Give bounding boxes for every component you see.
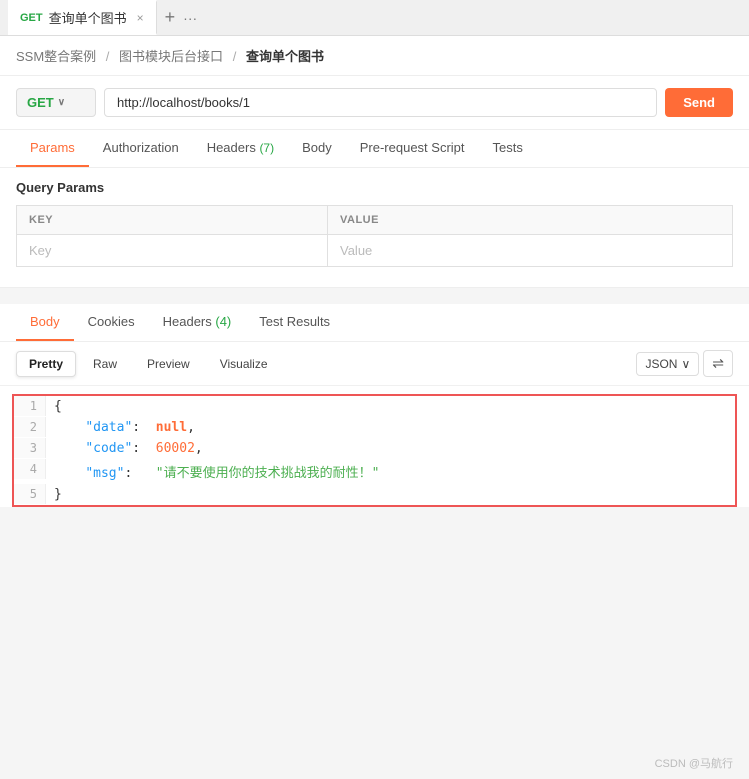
method-label: GET [27,95,54,110]
wrap-icon: ⇌ [712,355,724,371]
tab-tests[interactable]: Tests [479,130,537,167]
headers-badge: (7) [259,141,274,155]
line-number: 2 [14,417,46,437]
value-cell[interactable]: Value [328,235,733,267]
tab-tests-label: Tests [493,140,523,155]
tab-bar: GET 查询单个图书 × + ··· [0,0,749,36]
line-number: 4 [14,459,46,479]
resp-tab-cookies-label: Cookies [88,314,135,329]
tab-authorization[interactable]: Authorization [89,130,193,167]
chevron-down-icon: ∨ [58,97,65,108]
resp-tab-test-results-label: Test Results [259,314,330,329]
line-content: { [46,396,70,417]
request-tabs: Params Authorization Headers (7) Body Pr… [0,130,749,168]
tab-body-label: Body [302,140,332,155]
code-area: 1 { 2 "data": null, 3 "code": 60002, 4 "… [12,394,737,507]
fmt-preview-button[interactable]: Preview [134,351,203,377]
footer-text: CSDN @马航行 [655,758,733,770]
fmt-raw-button[interactable]: Raw [80,351,130,377]
tab-headers-label: Headers [207,140,260,155]
wrap-button[interactable]: ⇌ [703,350,733,377]
tab-pre-request-label: Pre-request Script [360,140,465,155]
code-line-1: 1 { [14,396,735,417]
code-line-4: 4 "msg": "请不要使用你的技术挑战我的耐性！" [14,459,735,484]
tab-pre-request[interactable]: Pre-request Script [346,130,479,167]
tab-title: 查询单个图书 [49,8,127,27]
query-params-title: Query Params [16,180,733,195]
tab-add-icon[interactable]: + [157,7,184,28]
tab-close-icon[interactable]: × [137,11,144,25]
method-select[interactable]: GET ∨ [16,88,96,117]
breadcrumb-sep1: / [106,49,110,64]
col-value-header: VALUE [328,206,733,235]
breadcrumb: SSM整合案例 / 图书模块后台接口 / 查询单个图书 [0,36,749,76]
resp-tab-headers-label: Headers [163,314,216,329]
line-content: "code": 60002, [46,438,211,459]
resp-tab-test-results[interactable]: Test Results [245,304,344,341]
line-number: 5 [14,484,46,504]
tab-headers[interactable]: Headers (7) [193,130,288,167]
code-line-2: 2 "data": null, [14,417,735,438]
json-format-select[interactable]: JSON ∨ [636,352,699,376]
resp-tab-body[interactable]: Body [16,304,74,341]
tab-body[interactable]: Body [288,130,346,167]
spacer [0,288,749,304]
table-row: Key Value [17,235,733,267]
line-content: "data": null, [46,417,203,438]
footer: CSDN @马航行 [655,755,733,771]
line-content: } [46,484,70,505]
value-placeholder: Value [340,243,372,258]
send-button[interactable]: Send [665,88,733,117]
key-placeholder: Key [29,243,51,258]
breadcrumb-part1: SSM整合案例 [16,49,96,64]
resp-tab-body-label: Body [30,314,60,329]
code-line-5: 5 } [14,484,735,505]
fmt-visualize-button[interactable]: Visualize [207,351,281,377]
params-table: KEY VALUE Key Value [16,205,733,267]
tab-item-active[interactable]: GET 查询单个图书 × [8,0,157,35]
resp-tab-cookies[interactable]: Cookies [74,304,149,341]
response-area: Body Cookies Headers (4) Test Results Pr… [0,304,749,507]
url-bar: GET ∨ Send [0,76,749,130]
key-cell[interactable]: Key [17,235,328,267]
line-number: 1 [14,396,46,416]
tab-params[interactable]: Params [16,130,89,167]
tab-authorization-label: Authorization [103,140,179,155]
fmt-pretty-button[interactable]: Pretty [16,351,76,377]
json-format-label: JSON [645,357,677,371]
line-content: "msg": "请不要使用你的技术挑战我的耐性！" [46,459,387,484]
breadcrumb-sep2: / [233,49,237,64]
breadcrumb-part2: 图书模块后台接口 [119,49,223,64]
url-input[interactable] [104,88,657,117]
tab-params-label: Params [30,140,75,155]
breadcrumb-current: 查询单个图书 [246,49,324,64]
tab-more-icon[interactable]: ··· [183,10,197,26]
response-tabs: Body Cookies Headers (4) Test Results [0,304,749,342]
col-key-header: KEY [17,206,328,235]
tab-method-badge: GET [20,12,43,24]
code-line-3: 3 "code": 60002, [14,438,735,459]
line-number: 3 [14,438,46,458]
chevron-down-icon: ∨ [681,357,690,371]
format-bar: Pretty Raw Preview Visualize JSON ∨ ⇌ [0,342,749,386]
resp-headers-badge: (4) [215,314,231,329]
resp-tab-headers[interactable]: Headers (4) [149,304,246,341]
query-params-section: Query Params KEY VALUE Key Value [0,168,749,288]
